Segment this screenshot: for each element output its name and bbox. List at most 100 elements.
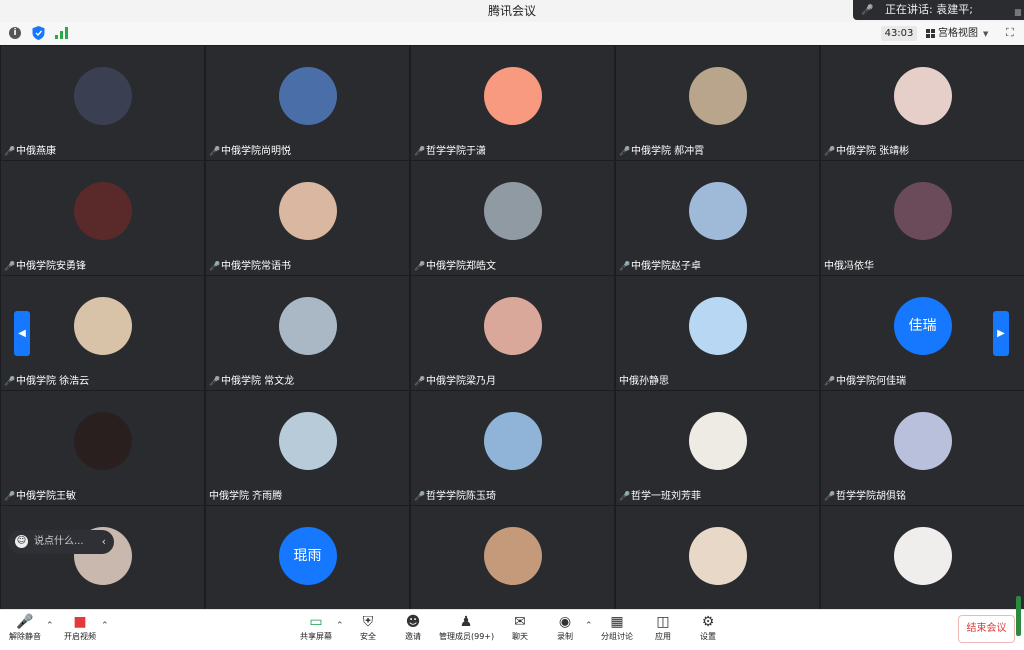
security-shield-icon: ⛨ bbox=[362, 614, 374, 630]
unmute-label: 解除静音 bbox=[9, 632, 41, 641]
apps-button[interactable]: ◫ 应用 bbox=[650, 613, 676, 645]
unmute-button[interactable]: 🎤 解除静音 bbox=[6, 613, 44, 645]
end-meeting-button[interactable]: 结束会议 bbox=[958, 615, 1015, 643]
invite-button[interactable]: ☻ 邀请 bbox=[400, 613, 426, 645]
participant-avatar bbox=[483, 297, 542, 355]
participant-tile[interactable]: 中俄冯依华 bbox=[821, 161, 1024, 275]
participant-tile[interactable]: 中俄学院 齐雨腾 bbox=[206, 391, 409, 505]
meeting-timer: 43:03 bbox=[881, 26, 917, 41]
participant-tile[interactable] bbox=[821, 506, 1024, 620]
participant-avatar bbox=[278, 297, 337, 355]
mic-muted-icon: 🎤 bbox=[414, 377, 426, 387]
participant-name: 中俄冯依华 bbox=[824, 261, 874, 272]
participant-tile[interactable]: 🎤中俄学院 常文龙 bbox=[206, 276, 409, 390]
signal-icon[interactable] bbox=[55, 27, 68, 39]
participant-name-label: 🎤哲学学院于潇 bbox=[414, 144, 488, 160]
participant-name: 中俄学院 齐雨腾 bbox=[209, 491, 283, 502]
participant-avatar bbox=[73, 297, 132, 355]
collapse-chat-icon[interactable]: ‹ bbox=[102, 530, 106, 554]
participant-name: 中俄学院赵子卓 bbox=[631, 261, 701, 272]
quick-chat-input[interactable]: ☺ 说点什么... ‹ bbox=[8, 530, 114, 554]
participant-tile[interactable]: 🎤中俄学院王敏 bbox=[1, 391, 204, 505]
participant-tile[interactable]: 琨雨 bbox=[206, 506, 409, 620]
previous-page-button[interactable]: ◀ bbox=[14, 311, 30, 356]
drag-handle-icon[interactable]: ▮▮ bbox=[1014, 3, 1022, 23]
participant-tile[interactable]: 🎤中俄学院 郝冲霄 bbox=[616, 46, 819, 160]
participant-name-label: 中俄孙静思 bbox=[619, 374, 671, 390]
participant-tile[interactable] bbox=[616, 506, 819, 620]
video-options-chevron-icon[interactable]: ⌃ bbox=[101, 621, 109, 631]
participant-name-label: 🎤哲学学院胡俱铭 bbox=[824, 489, 908, 505]
mic-muted-icon: 🎤 bbox=[824, 147, 836, 157]
participant-tile[interactable]: 🎤中俄学院梁乃月 bbox=[411, 276, 614, 390]
chat-button[interactable]: ✉ 聊天 bbox=[507, 613, 533, 645]
participant-tile[interactable]: 🎤哲学学院于潇 bbox=[411, 46, 614, 160]
participant-name-label: 🎤中俄燕康 bbox=[4, 144, 58, 160]
participant-name: 中俄学院 郝冲霄 bbox=[631, 146, 705, 157]
view-mode-button[interactable]: 宫格视图 ▼ bbox=[926, 25, 996, 42]
participant-tile[interactable]: 🎤中俄学院安勇锋 bbox=[1, 161, 204, 275]
video-grid: 🎤中俄燕康 🎤中俄学院尚明悦 🎤哲学学院于潇 🎤中俄学院 郝冲霄 🎤中俄学院 张靖彬 🎤中… bbox=[0, 45, 1024, 620]
participant-name: 哲学一班刘芳菲 bbox=[631, 491, 701, 502]
view-mode-label: 宫格视图 bbox=[938, 28, 978, 39]
participant-name-label: 🎤中俄学院何佳瑞 bbox=[824, 374, 908, 390]
share-options-chevron-icon[interactable]: ⌃ bbox=[336, 621, 344, 631]
settings-button[interactable]: ⚙ 设置 bbox=[695, 613, 721, 645]
participant-name: 中俄燕康 bbox=[16, 146, 56, 157]
audio-options-chevron-icon[interactable]: ⌃ bbox=[46, 621, 54, 631]
participant-name: 中俄学院王敏 bbox=[16, 491, 76, 502]
participant-name-label: 🎤中俄学院常语书 bbox=[209, 259, 293, 275]
participant-tile[interactable]: 🎤中俄燕康 bbox=[1, 46, 204, 160]
participant-avatar bbox=[688, 67, 747, 125]
mic-muted-icon: 🎤 bbox=[414, 147, 426, 157]
participant-name-label: 🎤中俄学院王敏 bbox=[4, 489, 78, 505]
participant-name-label: 🎤中俄学院 常文龙 bbox=[209, 374, 296, 390]
participant-name-label: 🎤哲学一班刘芳菲 bbox=[619, 489, 703, 505]
chevron-down-icon: ▼ bbox=[983, 30, 989, 38]
info-icon[interactable]: i bbox=[9, 27, 21, 39]
record-icon: ◉ bbox=[558, 614, 572, 630]
participant-name: 中俄学院尚明悦 bbox=[221, 146, 291, 157]
participant-avatar bbox=[483, 527, 542, 585]
participant-tile[interactable]: 🎤哲学学院陈玉琦 bbox=[411, 391, 614, 505]
participant-tile[interactable] bbox=[411, 506, 614, 620]
participant-tile[interactable]: 🎤中俄学院 张靖彬 bbox=[821, 46, 1024, 160]
participant-name: 中俄学院 徐浩云 bbox=[16, 376, 90, 387]
participant-tile[interactable]: 中俄孙静思 bbox=[616, 276, 819, 390]
participant-tile[interactable]: 🎤中俄学院常语书 bbox=[206, 161, 409, 275]
record-options-chevron-icon[interactable]: ⌃ bbox=[585, 621, 593, 631]
breakout-button[interactable]: ▦ 分组讨论 bbox=[600, 613, 634, 645]
manage-members-button[interactable]: ♟ 管理成员(99+) bbox=[439, 613, 494, 645]
participant-tile[interactable]: 🎤中俄学院郑皓文 bbox=[411, 161, 614, 275]
fullscreen-icon[interactable]: ⛶ bbox=[1006, 27, 1017, 38]
mic-icon: 🎤 bbox=[861, 5, 874, 16]
settings-label: 设置 bbox=[700, 632, 716, 641]
start-video-button[interactable]: ■ 开启视频 bbox=[61, 613, 99, 645]
camera-off-icon: ■ bbox=[73, 614, 87, 630]
participant-avatar bbox=[688, 527, 747, 585]
participant-tile[interactable]: 🎤中俄学院尚明悦 bbox=[206, 46, 409, 160]
members-icon: ♟ bbox=[459, 614, 473, 630]
mic-muted-icon: 🎤 bbox=[619, 147, 631, 157]
participant-tile[interactable]: 🎤中俄学院 徐浩云 bbox=[1, 276, 204, 390]
participant-name: 中俄学院何佳瑞 bbox=[836, 376, 906, 387]
mic-muted-icon: 🎤 bbox=[4, 147, 16, 157]
participant-tile[interactable]: 🎤哲学学院胡俱铭 bbox=[821, 391, 1024, 505]
participant-name-label: 🎤中俄学院郑皓文 bbox=[414, 259, 498, 275]
participant-tile[interactable]: 🎤哲学一班刘芳菲 bbox=[616, 391, 819, 505]
participant-avatar bbox=[73, 67, 132, 125]
participant-avatar bbox=[483, 412, 542, 470]
emoji-icon[interactable]: ☺ bbox=[15, 534, 28, 548]
participant-tile[interactable] bbox=[1, 506, 204, 620]
next-page-button[interactable]: ▶ bbox=[993, 311, 1009, 356]
participant-avatar bbox=[688, 412, 747, 470]
shield-icon[interactable] bbox=[32, 26, 45, 40]
chat-bubble-icon: ✉ bbox=[514, 614, 526, 630]
participant-name-label: 中俄冯依华 bbox=[824, 259, 876, 275]
participant-tile[interactable]: 🎤中俄学院赵子卓 bbox=[616, 161, 819, 275]
mic-muted-icon: 🎤 bbox=[4, 262, 16, 272]
security-button[interactable]: ⛨ 安全 bbox=[355, 613, 381, 645]
record-button[interactable]: ◉ 录制 bbox=[552, 613, 578, 645]
participant-avatar bbox=[73, 182, 132, 240]
share-screen-button[interactable]: ▭ 共享屏幕 bbox=[297, 613, 335, 645]
